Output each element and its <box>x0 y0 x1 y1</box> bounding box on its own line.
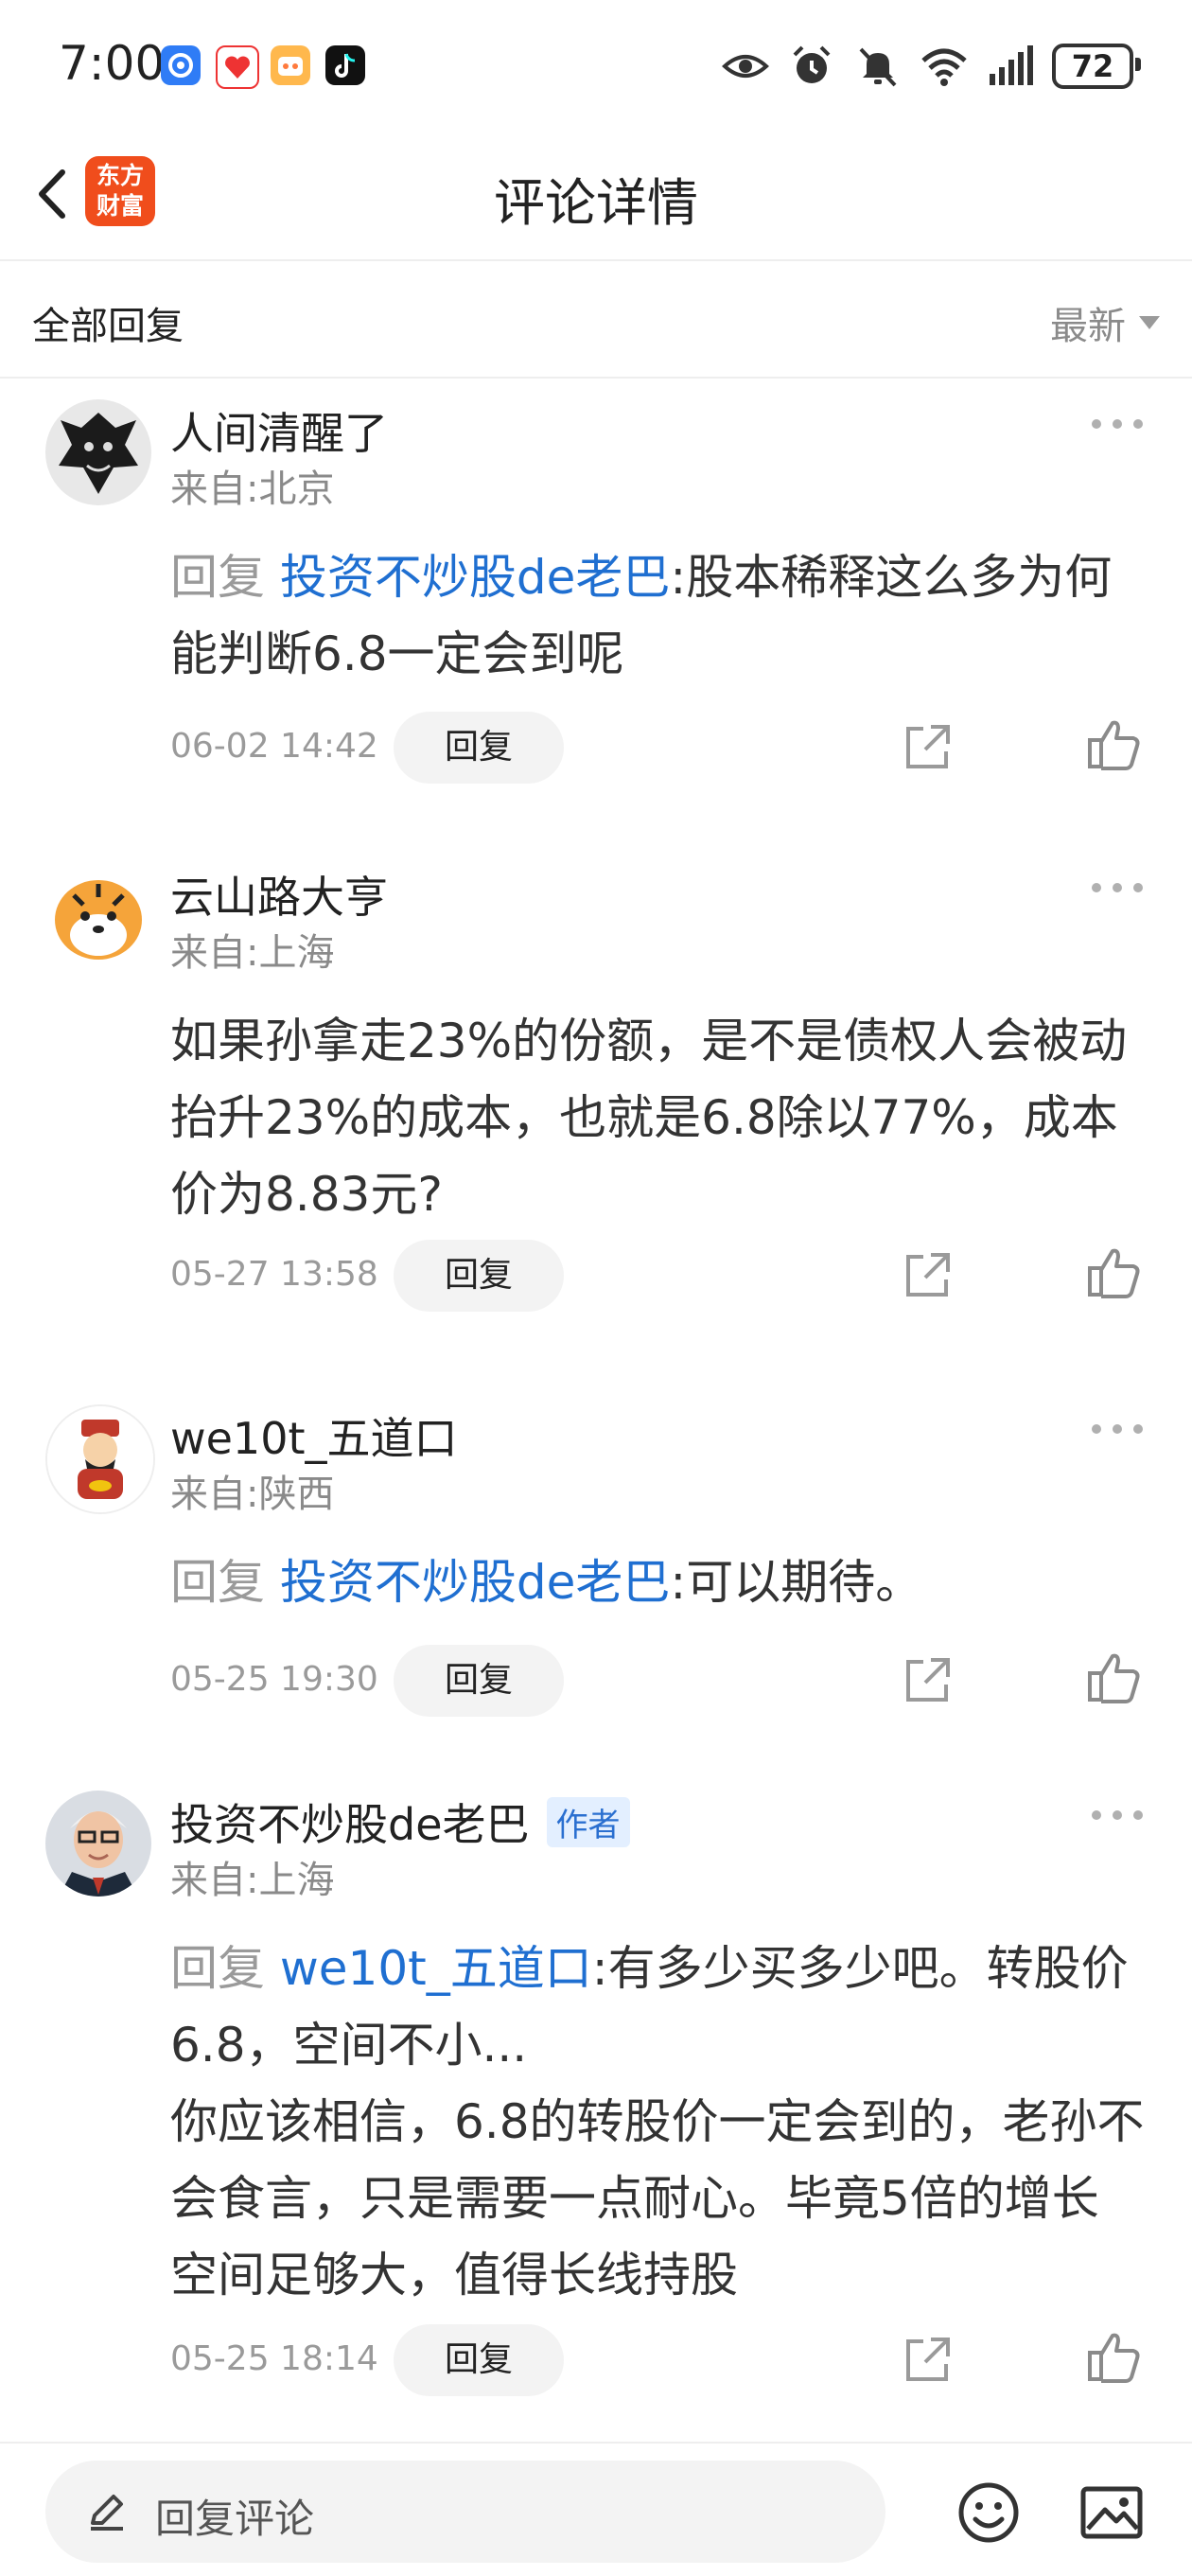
thumbs-up-icon[interactable] <box>1084 1244 1143 1302</box>
battery-level: 72 <box>1071 48 1114 84</box>
username-text: we10t_五道口 <box>170 1413 458 1464</box>
comment-item: 人间清醒了 来自:北京 回复 投资不炒股de老巴:股本稀释这么多为何能判断6.8… <box>0 399 1192 806</box>
comment-item: 云山路大亨 来自:上海 如果孙拿走23%的份额，是不是债权人会被动抬升23%的成… <box>0 863 1192 1346</box>
avatar[interactable] <box>45 1791 151 1897</box>
comment-text: 回复 投资不炒股de老巴:可以期待。 <box>170 1544 1145 1621</box>
username[interactable]: 人间清醒了 <box>170 399 388 462</box>
avatar[interactable] <box>45 399 151 505</box>
reply-comment-input[interactable]: 回复评论 <box>45 2461 885 2563</box>
reply-button[interactable]: 回复 <box>394 1240 564 1312</box>
share-icon[interactable] <box>899 2332 955 2389</box>
fortune-god-avatar-icon <box>47 1406 153 1512</box>
sort-value: 最新 <box>1050 305 1126 348</box>
avatar[interactable] <box>45 1404 155 1514</box>
xiaohongshu-app-icon <box>216 45 259 89</box>
username-text: 投资不炒股de老巴 <box>170 1799 530 1850</box>
emoji-icon[interactable] <box>955 2479 1022 2546</box>
douyin-app-icon <box>325 45 365 85</box>
reply-prefix: 回复 <box>170 550 280 605</box>
all-replies-label: 全部回复 <box>32 305 184 348</box>
comment-date: 05-27 13:58 <box>170 1255 378 1294</box>
thumbs-up-icon[interactable] <box>1084 1649 1143 1707</box>
share-icon[interactable] <box>899 1652 955 1709</box>
comment-actions: 05-25 18:14 回复 <box>170 2324 1154 2396</box>
alarm-icon <box>793 45 831 83</box>
comment-text: 如果孙拿走23%的份额，是不是债权人会被动抬升23%的成本，也就是6.8除以77… <box>170 1003 1145 1233</box>
user-location: 来自:上海 <box>170 931 335 975</box>
chevron-down-icon <box>1139 316 1160 329</box>
avatar[interactable] <box>45 863 151 969</box>
user-location: 来自:陕西 <box>170 1473 335 1516</box>
bottom-bar: 回复评论 <box>0 2442 1192 2576</box>
image-icon[interactable] <box>1078 2479 1145 2546</box>
eye-icon <box>722 55 769 78</box>
tiger-avatar-icon <box>45 863 151 969</box>
comment-text: 回复 we10t_五道口:有多少买多少吧。转股价6.8，空间不小... 你应该相… <box>170 1931 1145 2314</box>
battery-icon: 72 <box>1052 44 1141 89</box>
comment-text: 回复 投资不炒股de老巴:股本稀释这么多为何能判断6.8一定会到呢 <box>170 539 1145 693</box>
header: 东方 财富 评论详情 <box>0 132 1192 261</box>
status-bar: 7:00 72 <box>0 0 1192 132</box>
author-badge: 作者 <box>546 1796 630 1847</box>
wifi-icon <box>921 48 967 86</box>
mute-icon <box>859 47 897 87</box>
reply-prefix: 回复 <box>170 1941 280 1996</box>
comment-actions: 06-02 14:42 回复 <box>170 712 1154 784</box>
reply-prefix: 回复 <box>170 1555 280 1610</box>
more-options-icon[interactable] <box>1092 1806 1143 1825</box>
comment-date: 06-02 14:42 <box>170 727 378 766</box>
location-app-icon <box>161 45 201 85</box>
comment-item: 投资不炒股de老巴 作者 来自:上海 回复 we10t_五道口:有多少买多少吧。… <box>0 1791 1192 2406</box>
comment-actions: 05-27 13:58 回复 <box>170 1240 1154 1312</box>
comment-content: :可以期待。 <box>670 1555 923 1610</box>
username-text: 云山路大亨 <box>170 872 388 923</box>
sort-bar: 全部回复 最新 <box>0 261 1192 379</box>
share-icon[interactable] <box>899 1247 955 1304</box>
page-title: 评论详情 <box>494 173 698 233</box>
reply-target-link[interactable]: 投资不炒股de老巴 <box>280 1555 671 1610</box>
comment-content: 如果孙拿走23%的份额，是不是债权人会被动抬升23%的成本，也就是6.8除以77… <box>170 1014 1128 1222</box>
comment-date: 05-25 19:30 <box>170 1660 378 1699</box>
reply-button[interactable]: 回复 <box>394 712 564 784</box>
more-options-icon[interactable] <box>1092 415 1143 433</box>
share-icon[interactable] <box>899 719 955 776</box>
reply-button[interactable]: 回复 <box>394 1645 564 1717</box>
username[interactable]: 投资不炒股de老巴 作者 <box>170 1791 630 1853</box>
status-time: 7:00 <box>59 36 166 91</box>
status-icons: 72 <box>721 38 1141 95</box>
thumbs-up-icon[interactable] <box>1084 715 1143 774</box>
dragon-avatar-icon <box>45 399 151 505</box>
edit-icon <box>91 2495 123 2531</box>
comment-actions: 05-25 19:30 回复 <box>170 1645 1154 1717</box>
comment-date: 05-25 18:14 <box>170 2339 378 2378</box>
old-man-avatar-icon <box>45 1791 151 1897</box>
comment-item: we10t_五道口 来自:陕西 回复 投资不炒股de老巴:可以期待。 05-25… <box>0 1404 1192 1726</box>
user-location: 来自:上海 <box>170 1859 335 1902</box>
username-text: 人间清醒了 <box>170 408 388 459</box>
thumbs-up-icon[interactable] <box>1084 2328 1143 2387</box>
username[interactable]: we10t_五道口 <box>170 1404 458 1467</box>
user-location: 来自:北京 <box>170 468 335 511</box>
reply-target-link[interactable]: 投资不炒股de老巴 <box>280 550 671 605</box>
more-options-icon[interactable] <box>1092 1420 1143 1438</box>
reply-button[interactable]: 回复 <box>394 2324 564 2396</box>
reply-comment-placeholder: 回复评论 <box>155 2496 315 2542</box>
more-options-icon[interactable] <box>1092 878 1143 897</box>
signal-icon <box>990 45 1033 85</box>
bilibili-app-icon <box>271 45 310 85</box>
sort-dropdown[interactable]: 最新 <box>1050 295 1160 350</box>
reply-target-link[interactable]: we10t_五道口 <box>280 1941 592 1996</box>
username[interactable]: 云山路大亨 <box>170 863 388 926</box>
